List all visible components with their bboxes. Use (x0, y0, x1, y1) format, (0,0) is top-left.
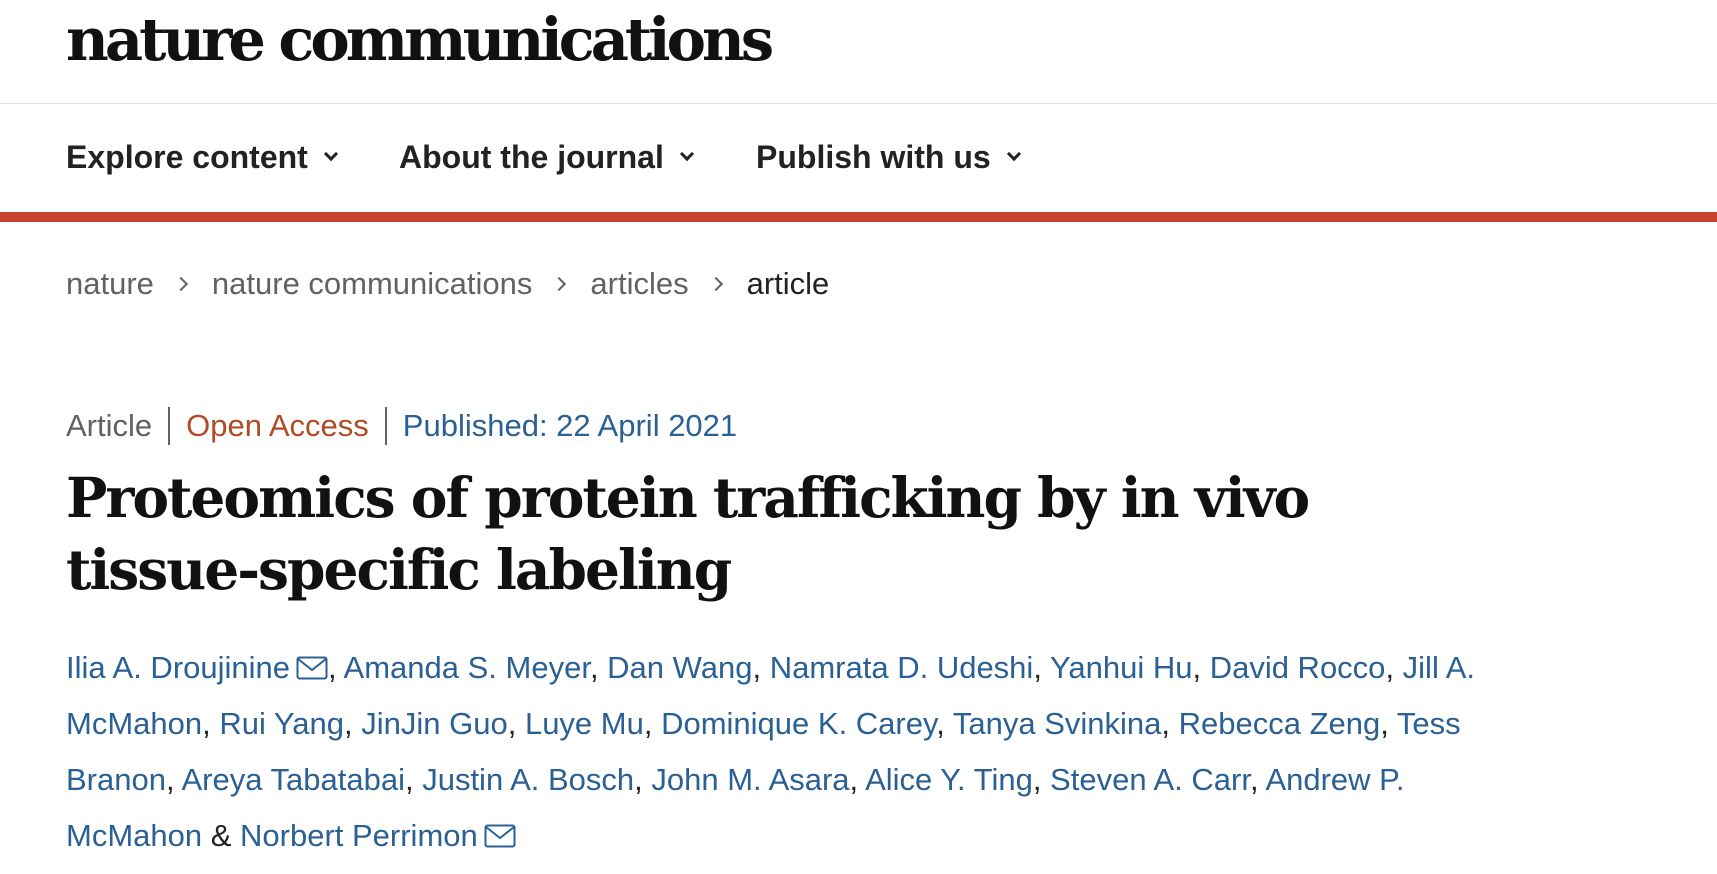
author-separator: , (328, 650, 344, 685)
nav-publish-with-us-label: Publish with us (756, 138, 991, 175)
chevron-right-icon (173, 276, 188, 292)
author-link[interactable]: John M. Asara (651, 762, 849, 797)
article-title: Proteomics of protein trafficking by in … (66, 465, 1310, 602)
accent-bar (0, 212, 1717, 222)
chevron-down-icon (323, 146, 338, 162)
open-access-badge[interactable]: Open Access (186, 408, 369, 444)
masthead: nature communications (0, 0, 1717, 104)
chevron-down-icon (1006, 146, 1021, 162)
author-separator: , (643, 706, 662, 741)
author-separator: , (507, 706, 525, 741)
author-link[interactable]: Luye Mu (525, 706, 644, 741)
author-link[interactable]: Areya Tabatabai (181, 762, 404, 797)
author-separator: , (344, 706, 362, 741)
author-separator: , (1033, 650, 1050, 685)
author-separator: , (1161, 706, 1179, 741)
author-separator: , (404, 762, 423, 797)
chevron-down-icon (679, 146, 694, 162)
author-link[interactable]: Amanda S. Meyer (344, 650, 590, 685)
author-link[interactable]: David Rocco (1210, 650, 1386, 685)
main-nav: Explore content About the journal Publis… (0, 105, 1717, 212)
author-separator: , (634, 762, 652, 797)
published-date: Published: 22 April 2021 (402, 408, 738, 443)
breadcrumb-nature-communications[interactable]: nature communications (212, 266, 533, 302)
author-separator: , (936, 706, 953, 741)
author-link[interactable]: Justin A. Bosch (422, 762, 634, 797)
author-separator: , (202, 706, 220, 741)
author-link[interactable]: Steven A. Carr (1050, 762, 1250, 797)
author-link[interactable]: Alice Y. Ting (865, 762, 1033, 797)
author-link[interactable]: Dominique K. Carey (661, 706, 936, 741)
author-separator: , (1249, 762, 1266, 797)
nav-about-journal[interactable]: About the journal (399, 135, 694, 179)
author-link[interactable]: Tanya Svinkina (953, 706, 1162, 741)
author-link[interactable]: Ilia A. Droujinine (66, 650, 290, 685)
author-link[interactable]: Dan Wang (607, 650, 752, 685)
chevron-right-icon (552, 276, 567, 292)
mail-icon[interactable] (296, 656, 328, 680)
chevron-right-icon (708, 276, 723, 292)
nav-publish-with-us[interactable]: Publish with us (756, 135, 1021, 179)
nav-about-journal-label: About the journal (399, 138, 664, 175)
author-separator: , (1032, 762, 1051, 797)
author-separator: , (1192, 650, 1210, 685)
author-separator: & (202, 818, 241, 853)
author-link[interactable]: JinJin Guo (361, 706, 507, 741)
author-link[interactable]: Rui Yang (219, 706, 344, 741)
author-link[interactable]: Rebecca Zeng (1179, 706, 1381, 741)
author-link[interactable]: Norbert Perrimon (240, 818, 478, 853)
author-separator: , (1385, 650, 1403, 685)
journal-logo[interactable]: nature communications (66, 10, 774, 69)
author-separator: , (165, 762, 182, 797)
author-separator: , (589, 650, 608, 685)
mail-icon[interactable] (484, 824, 516, 848)
breadcrumb-articles[interactable]: articles (590, 266, 688, 302)
breadcrumb: nature nature communications articles ar… (66, 262, 829, 306)
nav-explore-content[interactable]: Explore content (66, 135, 338, 179)
author-link[interactable]: Yanhui Hu (1050, 650, 1192, 685)
author-separator: , (1380, 706, 1397, 741)
author-separator: , (752, 650, 770, 685)
breadcrumb-nature[interactable]: nature (66, 266, 154, 302)
author-list: Ilia A. Droujinine, Amanda S. Meyer, Dan… (66, 640, 1546, 864)
breadcrumb-current: article (746, 266, 830, 301)
author-link[interactable]: Namrata D. Udeshi (770, 650, 1034, 685)
article-type: Article (66, 408, 153, 443)
nav-explore-content-label: Explore content (66, 138, 308, 175)
article-meta: Article Open Access Published: 22 April … (66, 404, 737, 448)
meta-divider (384, 407, 387, 445)
author-separator: , (849, 762, 866, 797)
meta-divider (168, 407, 171, 445)
